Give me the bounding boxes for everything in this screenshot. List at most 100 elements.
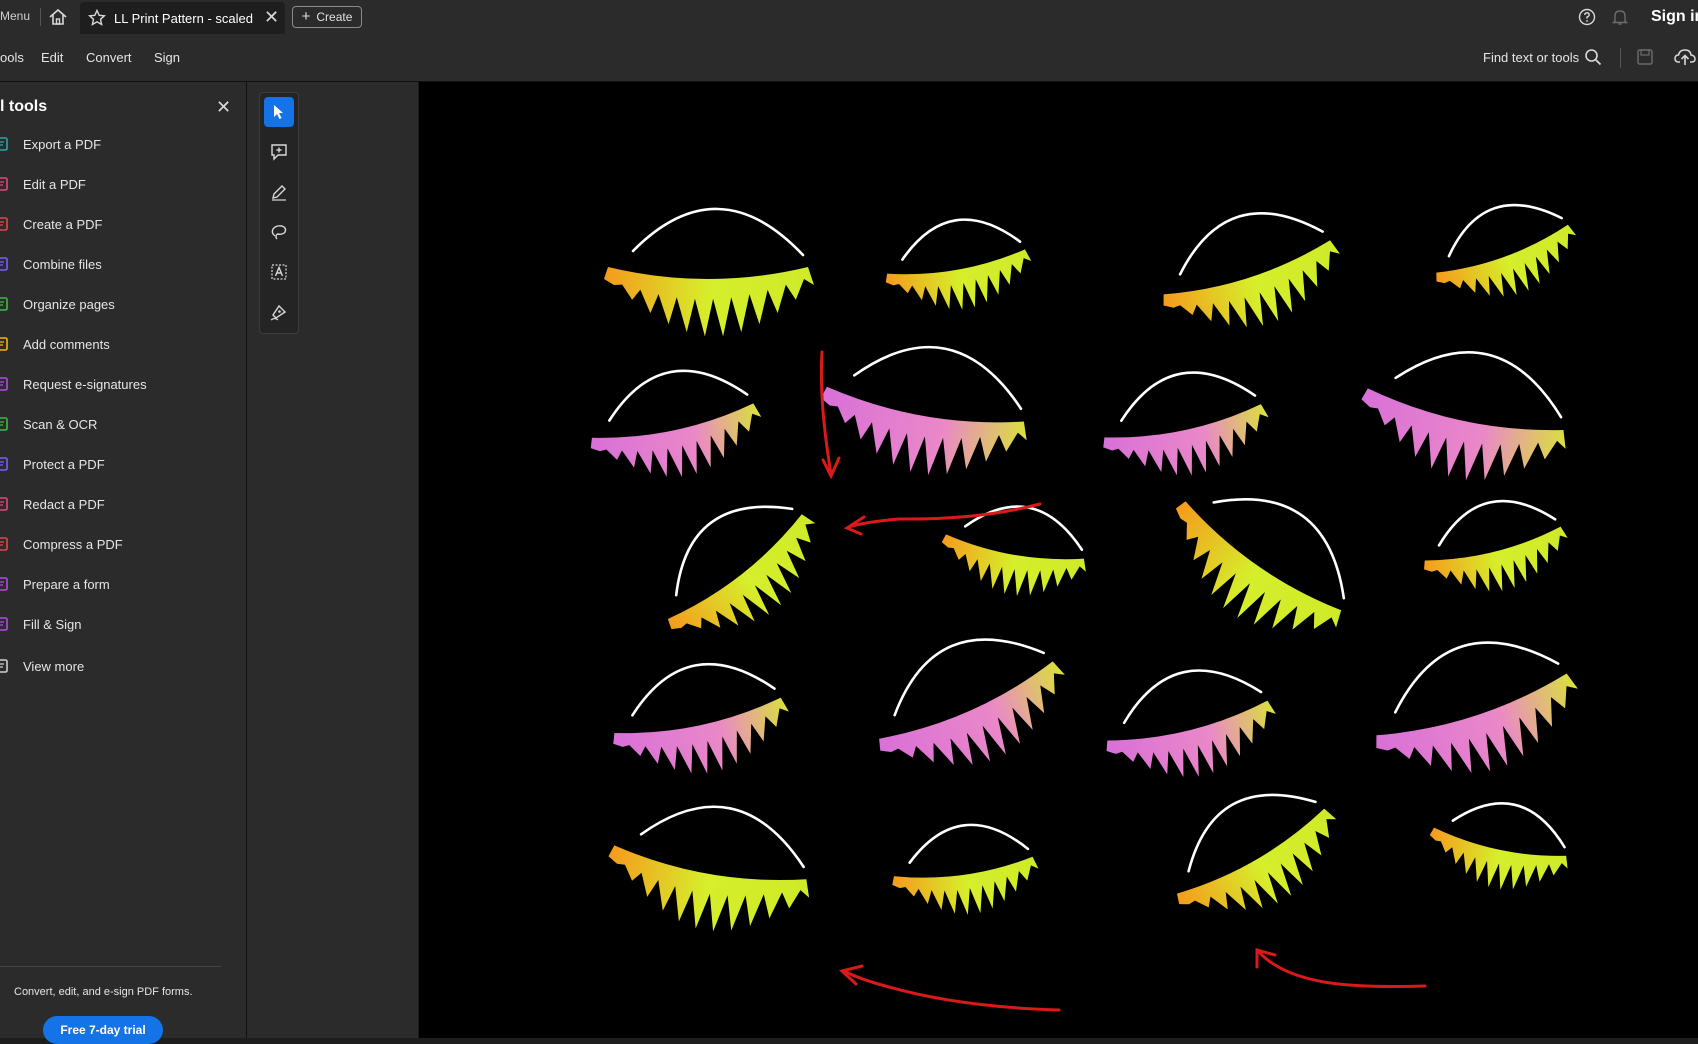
- menu-item-edit[interactable]: Edit: [41, 50, 63, 65]
- tool-label: Redact a PDF: [23, 497, 105, 512]
- sign-in-button[interactable]: Sign in: [1651, 8, 1698, 26]
- more-tools-icon: [0, 659, 8, 673]
- cloud-upload-icon[interactable]: [1674, 47, 1696, 67]
- tool-label: Scan & OCR: [23, 417, 98, 432]
- title-bar: Menu LL Print Pattern - scaled... ✕ + Cr…: [0, 0, 1698, 35]
- all-tools-panel: l tools ✕ Export a PDF Edit a PDF Create a…: [0, 82, 247, 1044]
- combine-icon: [0, 257, 8, 271]
- text-box-icon: [271, 264, 287, 280]
- tool-label: Add comments: [23, 337, 110, 352]
- menu-item-sign[interactable]: Sign: [154, 50, 180, 65]
- tool-signature[interactable]: Request e-signatures: [0, 369, 240, 399]
- draw-tool-button[interactable]: [264, 217, 294, 247]
- pencil-icon: [272, 185, 286, 201]
- tool-label: Protect a PDF: [23, 457, 105, 472]
- help-icon[interactable]: [1578, 8, 1596, 26]
- tab-title: LL Print Pattern - scaled...: [114, 11, 254, 26]
- quick-tools-toolbar: [259, 92, 299, 334]
- scan-icon: [0, 417, 8, 431]
- home-icon[interactable]: [48, 8, 68, 26]
- tool-redact[interactable]: Redact a PDF: [0, 489, 240, 519]
- tool-organize[interactable]: Organize pages: [0, 289, 240, 319]
- tool-form[interactable]: Prepare a form: [0, 569, 240, 599]
- search-icon[interactable]: [1584, 48, 1602, 66]
- red-arrow-down: [819, 350, 841, 480]
- protect-icon: [0, 457, 8, 471]
- eyelash-motif: [1103, 371, 1269, 476]
- eyelash-motif: [667, 505, 816, 630]
- eyelash-pattern-artwork: [590, 203, 1578, 1012]
- tool-label: Fill & Sign: [23, 617, 82, 632]
- tool-scan[interactable]: Scan & OCR: [0, 409, 240, 439]
- document-tab[interactable]: LL Print Pattern - scaled... ✕: [80, 2, 285, 34]
- tool-edit[interactable]: Edit a PDF: [0, 169, 240, 199]
- tool-more-tools[interactable]: View more: [0, 651, 240, 681]
- menu-item-tools[interactable]: ools: [0, 50, 24, 65]
- eyelash-motif: [1361, 351, 1566, 481]
- tool-combine[interactable]: Combine files: [0, 249, 240, 279]
- tool-label: Combine files: [23, 257, 102, 272]
- menu-item-convert[interactable]: Convert: [86, 50, 132, 65]
- menu-button[interactable]: Menu: [0, 9, 30, 23]
- tool-create[interactable]: Create a PDF: [0, 209, 240, 239]
- form-icon: [0, 577, 8, 591]
- cursor-arrow-icon: [274, 105, 283, 119]
- bell-icon[interactable]: [1611, 8, 1629, 26]
- tool-label: Edit a PDF: [23, 177, 86, 192]
- panel-title: l tools: [0, 98, 48, 115]
- titlebar-divider: [40, 8, 41, 26]
- document-viewer[interactable]: [419, 82, 1698, 1038]
- star-icon[interactable]: [88, 9, 106, 27]
- plus-icon: +: [301, 8, 311, 25]
- tool-protect[interactable]: Protect a PDF: [0, 449, 240, 479]
- menu-bar: ools Edit Convert Sign Find text or tool…: [0, 34, 1698, 82]
- tool-label: View more: [23, 659, 85, 674]
- eyelash-motif: [1106, 669, 1276, 778]
- create-icon: [0, 217, 8, 231]
- tool-label: Export a PDF: [23, 137, 102, 152]
- free-trial-button[interactable]: Free 7-day trial: [43, 1016, 163, 1044]
- close-panel-icon[interactable]: ✕: [216, 97, 231, 118]
- sign-tool-button[interactable]: [264, 297, 294, 327]
- text-box-tool-button[interactable]: [264, 257, 294, 287]
- create-button-label: Create: [316, 10, 353, 24]
- eyelash-motif: [820, 345, 1027, 476]
- add-comment-tool-button[interactable]: [264, 137, 294, 167]
- eyelash-motif: [879, 638, 1065, 765]
- fill-sign-icon: [0, 617, 8, 631]
- promo-text: Convert, edit, and e-sign PDF forms.: [14, 986, 193, 998]
- fountain-pen-icon: [270, 304, 287, 321]
- tool-label: Request e-signatures: [23, 377, 147, 392]
- panel-divider: [0, 966, 221, 967]
- save-icon[interactable]: [1636, 48, 1654, 66]
- eyelash-motif: [1175, 498, 1346, 630]
- eyelash-motif: [608, 805, 810, 932]
- red-arrow-left-top: [843, 502, 1042, 536]
- select-tool-button[interactable]: [264, 97, 294, 127]
- tool-comment[interactable]: Add comments: [0, 329, 240, 359]
- eyelash-motif: [1436, 203, 1577, 297]
- tool-fill-sign[interactable]: Fill & Sign: [0, 609, 240, 639]
- menubar-divider: [1620, 48, 1621, 68]
- eyelash-motif: [1376, 641, 1578, 774]
- highlight-tool-button[interactable]: [264, 177, 294, 207]
- tool-compress[interactable]: Compress a PDF: [0, 529, 240, 559]
- tool-label: Prepare a form: [23, 577, 110, 592]
- edit-icon: [0, 177, 8, 191]
- eyelash-motif: [1429, 802, 1568, 890]
- eyelash-motif: [1176, 793, 1337, 911]
- eyelash-motif: [1163, 211, 1340, 328]
- tool-export[interactable]: Export a PDF: [0, 129, 240, 159]
- find-text-or-tools[interactable]: Find text or tools: [1483, 50, 1579, 65]
- export-icon: [0, 137, 8, 151]
- create-button[interactable]: + Create: [292, 6, 362, 28]
- tool-label: Organize pages: [23, 297, 115, 312]
- eyelash-motif: [1424, 499, 1568, 592]
- eyelash-motif: [892, 823, 1039, 915]
- tool-label: Compress a PDF: [23, 537, 123, 552]
- lasso-icon: [271, 225, 287, 240]
- comment-icon: [0, 337, 8, 351]
- tool-label: Create a PDF: [23, 217, 103, 232]
- compress-icon: [0, 537, 8, 551]
- close-tab-icon[interactable]: ✕: [264, 8, 279, 26]
